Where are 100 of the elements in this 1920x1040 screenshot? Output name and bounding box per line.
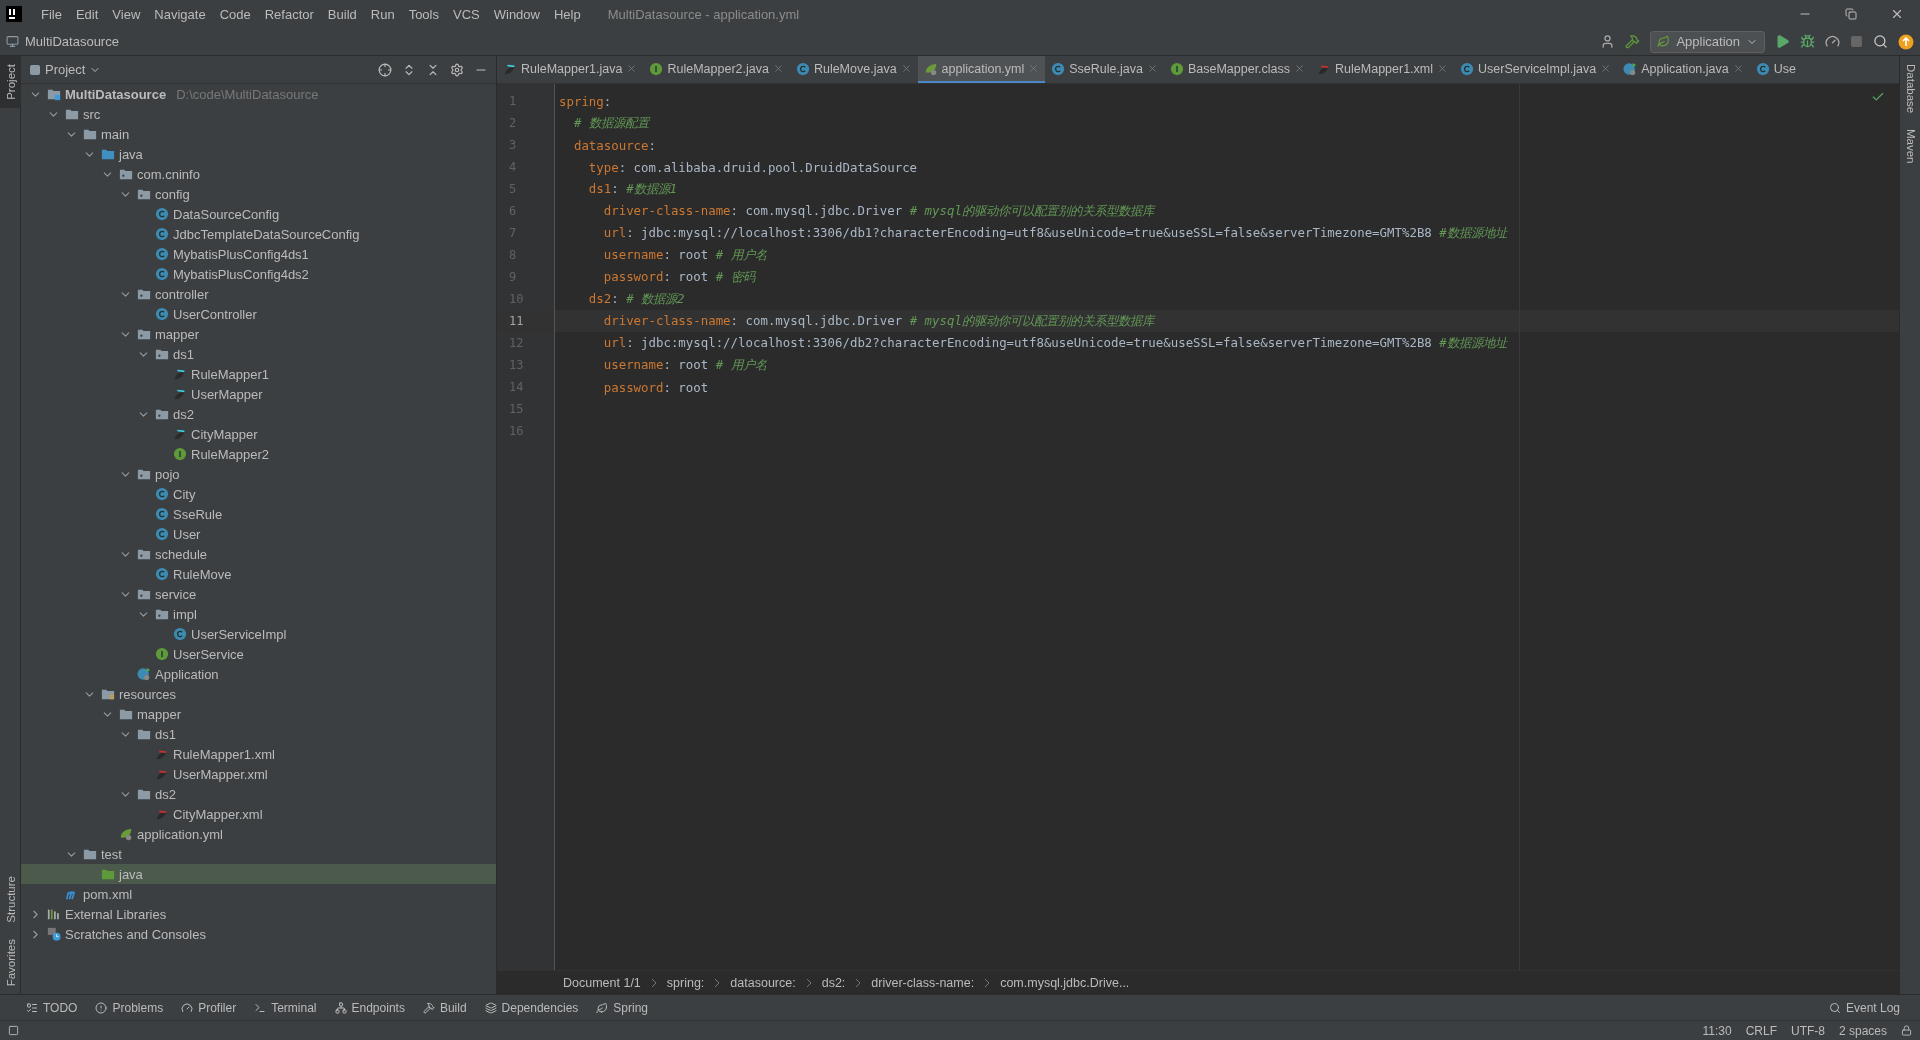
project-view-dropdown[interactable]: Project <box>29 62 102 77</box>
editor-tab[interactable]: RuleMapper2.java <box>643 56 790 83</box>
close-icon[interactable] <box>1146 63 1158 74</box>
menu-item[interactable]: Run <box>363 6 402 22</box>
tool-window-button[interactable]: Profiler <box>181 1000 237 1015</box>
caret-position[interactable]: 11:30 <box>1702 1023 1732 1038</box>
tool-window-tab[interactable]: Structure <box>0 868 21 931</box>
menu-item[interactable]: Code <box>212 6 258 22</box>
tool-window-tab[interactable]: Maven <box>1900 121 1920 172</box>
project-breadcrumb[interactable]: MultiDatasource <box>6 34 119 49</box>
tree-row[interactable]: DataSourceConfig <box>21 204 496 224</box>
collapse-all-icon[interactable] <box>426 62 440 77</box>
settings-icon[interactable] <box>450 62 464 77</box>
indent-setting[interactable]: 2 spaces <box>1838 1023 1887 1038</box>
tree-row[interactable]: ds1 <box>21 344 496 364</box>
tree-row[interactable]: City <box>21 484 496 504</box>
line-separator[interactable]: CRLF <box>1745 1023 1777 1038</box>
tool-window-button[interactable]: Problems <box>95 1000 164 1015</box>
tree-row[interactable]: UserMapper <box>21 384 496 404</box>
menu-item[interactable]: Help <box>546 6 588 22</box>
tool-window-tab[interactable]: Project <box>0 56 21 108</box>
breadcrumb-item[interactable]: datasource: <box>730 975 796 990</box>
tree-row[interactable]: MybatisPlusConfig4ds1 <box>21 244 496 264</box>
editor-tab[interactable]: Use <box>1749 56 1802 83</box>
tree-row[interactable]: External Libraries <box>21 904 496 924</box>
menu-item[interactable]: Tools <box>401 6 446 22</box>
menu-item[interactable]: Navigate <box>147 6 213 22</box>
tree-row[interactable]: CityMapper.xml <box>21 804 496 824</box>
breadcrumb-item[interactable]: ds2: <box>821 975 846 990</box>
tree-row[interactable]: java <box>21 144 496 164</box>
tree-row[interactable]: service <box>21 584 496 604</box>
menu-item[interactable]: Edit <box>68 6 106 22</box>
tool-window-button[interactable]: Dependencies <box>484 1000 579 1015</box>
tree-row[interactable]: JdbcTemplateDataSourceConfig <box>21 224 496 244</box>
menu-item[interactable]: Refactor <box>257 6 321 22</box>
close-icon[interactable] <box>1600 63 1612 74</box>
editor-tab[interactable]: RuleMapper1.xml <box>1311 56 1455 83</box>
tree-row[interactable]: resources <box>21 684 496 704</box>
editor-tab[interactable]: RuleMapper1.java <box>497 56 644 83</box>
run-configuration-dropdown[interactable]: Application <box>1650 30 1765 53</box>
close-icon[interactable] <box>1028 63 1040 74</box>
tool-window-button[interactable]: TODO <box>26 1000 78 1015</box>
tool-window-tab[interactable]: Favorites <box>0 930 21 994</box>
user-icon[interactable] <box>1600 34 1616 49</box>
tree-row[interactable]: schedule <box>21 544 496 564</box>
tree-row[interactable]: pojo <box>21 464 496 484</box>
tree-row[interactable]: java <box>21 864 496 884</box>
tree-row[interactable]: UserMapper.xml <box>21 764 496 784</box>
close-icon[interactable] <box>772 63 784 74</box>
tree-row[interactable]: UserService <box>21 644 496 664</box>
close-icon[interactable] <box>900 63 912 74</box>
tree-row[interactable]: application.yml <box>21 824 496 844</box>
tree-row[interactable]: mapper <box>21 324 496 344</box>
layout-icon[interactable] <box>8 1025 19 1036</box>
tree-row[interactable]: RuleMapper1 <box>21 364 496 384</box>
editor-tab[interactable]: application.yml <box>917 56 1046 83</box>
locate-icon[interactable] <box>378 62 392 77</box>
event-log-button[interactable]: Event Log <box>1828 1000 1900 1015</box>
lock-button[interactable] <box>1901 1025 1912 1036</box>
tool-window-tab[interactable]: Database <box>1900 56 1920 122</box>
tool-window-button[interactable]: Spring <box>596 1000 648 1015</box>
breadcrumb-item[interactable]: com.mysql.jdbc.Drive... <box>1000 975 1130 990</box>
menu-item[interactable]: View <box>105 6 148 22</box>
tree-row[interactable]: ds2 <box>21 404 496 424</box>
editor-tab[interactable]: Application.java <box>1617 56 1750 83</box>
menu-item[interactable]: File <box>34 6 69 22</box>
menu-item[interactable]: VCS <box>446 6 487 22</box>
tree-row[interactable]: RuleMove <box>21 564 496 584</box>
close-icon[interactable] <box>1732 63 1744 74</box>
tree-row[interactable]: UserServiceImpl <box>21 624 496 644</box>
tool-window-button[interactable]: Build <box>422 1000 467 1015</box>
tree-row[interactable]: RuleMapper1.xml <box>21 744 496 764</box>
tree-row[interactable]: Application <box>21 664 496 684</box>
tree-row[interactable]: mapper <box>21 704 496 724</box>
editor-tab[interactable]: BaseMapper.class <box>1163 56 1312 83</box>
tree-row[interactable]: CityMapper <box>21 424 496 444</box>
tree-row[interactable]: RuleMapper2 <box>21 444 496 464</box>
tool-window-button[interactable]: Endpoints <box>334 1000 405 1015</box>
tree-row[interactable]: SseRule <box>21 504 496 524</box>
debug-icon[interactable] <box>1800 34 1815 49</box>
coverage-icon[interactable] <box>1825 34 1840 49</box>
tree-row[interactable]: controller <box>21 284 496 304</box>
tree-row[interactable]: config <box>21 184 496 204</box>
tree-row[interactable]: User <box>21 524 496 544</box>
tree-row[interactable]: ds2 <box>21 784 496 804</box>
stop-icon[interactable] <box>1850 35 1863 48</box>
breadcrumb-item[interactable]: driver-class-name: <box>871 975 975 990</box>
tree-row[interactable]: MultiDatasource D:\code\MultiDatasource <box>21 84 496 104</box>
tree-row[interactable]: ds1 <box>21 724 496 744</box>
tree-row[interactable]: pom.xml <box>21 884 496 904</box>
tree-row[interactable]: MybatisPlusConfig4ds2 <box>21 264 496 284</box>
tree-row[interactable]: Scratches and Consoles <box>21 924 496 944</box>
breadcrumb-item[interactable]: spring: <box>666 975 705 990</box>
close-icon[interactable] <box>1437 63 1449 74</box>
file-encoding[interactable]: UTF-8 <box>1790 1023 1825 1038</box>
menu-item[interactable]: Window <box>486 6 547 22</box>
close-icon[interactable] <box>1294 63 1306 74</box>
tree-row[interactable]: test <box>21 844 496 864</box>
tree-row[interactable]: main <box>21 124 496 144</box>
tree-row[interactable]: com.cninfo <box>21 164 496 184</box>
